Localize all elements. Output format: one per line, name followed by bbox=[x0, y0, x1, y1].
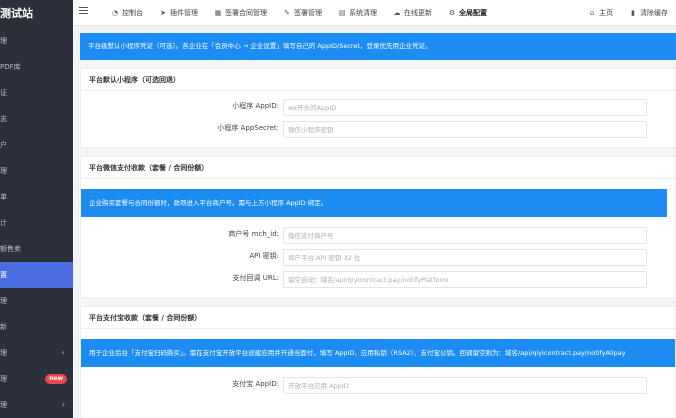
sidebar-item[interactable]: 计 bbox=[0, 210, 73, 236]
field-label: 商户号 mch_id: bbox=[228, 230, 279, 238]
sidebar-item-label: 理 bbox=[0, 349, 7, 357]
card-body: 用于企业后台「支付宝扫码购买」。需在支付宝开放平台创建应用并开通当面付，填写 A… bbox=[81, 329, 675, 418]
wxpay-notice: 企业购买套餐与合同份额时，款项进入平台商户号。需与上方小程序 AppID 绑定。 bbox=[81, 189, 667, 217]
sidebar-item-label: 理 bbox=[0, 37, 7, 45]
form-row: 商户号 mch_id: bbox=[81, 225, 675, 247]
sidebar-item[interactable]: 新 bbox=[0, 314, 73, 340]
sidebar-item-active[interactable]: 置 bbox=[0, 262, 73, 288]
nav-label: 系统清理 bbox=[349, 9, 377, 17]
card-body: 企业购买套餐与合同份额时，款项进入平台商户号。需与上方小程序 AppID 绑定。… bbox=[81, 179, 675, 297]
sidebar-item-label: 置 bbox=[0, 271, 7, 279]
sidebar-item-label: 理 bbox=[0, 375, 7, 383]
sidebar-item[interactable]: 理 bbox=[0, 288, 73, 314]
topbar: ◔ 控制台 ➤ 插件管理 ▦ 签署合同管理 ✎ 签署管理 ▤ 系统清理 ☁ 在线更新 ⚙ 全局… bbox=[73, 0, 676, 26]
sign-icon: ✎ bbox=[284, 9, 290, 17]
sidebar-item-label: 户 bbox=[0, 141, 7, 149]
wxpay-card: 平台微信支付收款（套餐 / 合同份额） 企业购买套餐与合同份额时，款项进入平台商… bbox=[80, 156, 676, 298]
sidebar-item-label: 志 bbox=[0, 115, 7, 123]
cleanup-icon: ▤ bbox=[338, 9, 346, 17]
card-title: 平台默认小程序（可选回退） bbox=[81, 69, 675, 91]
sidebar-item-label: 新 bbox=[0, 323, 7, 331]
form-row bbox=[81, 397, 675, 418]
brand-title: 测试站 bbox=[0, 7, 33, 20]
miniapp-card: 平台默认小程序（可选回退） 小程序 AppID: 小程序 AppSecret: bbox=[80, 68, 676, 148]
trash-icon: ▮ bbox=[631, 9, 635, 17]
field-label: API 密钥: bbox=[249, 252, 279, 260]
chevron-left-icon: ‹ bbox=[61, 348, 65, 357]
clear-cache-button[interactable]: ▮ 清除缓存 bbox=[621, 0, 676, 26]
sidebar-item[interactable]: 额售卖 bbox=[0, 236, 73, 262]
miniapp-appid-input[interactable] bbox=[283, 99, 647, 116]
nav-global-config[interactable]: ⚙ 全局配置 bbox=[440, 0, 495, 26]
home-link[interactable]: ⌂ 主页 bbox=[580, 0, 621, 26]
sidebar-item-label: 单 bbox=[0, 193, 7, 201]
miniapp-secret-input[interactable] bbox=[283, 121, 647, 138]
field-label: 小程序 AppSecret: bbox=[217, 124, 279, 132]
top-nav-right: ⌂ 主页 ▮ 清除缓存 bbox=[580, 0, 676, 26]
chevron-left-icon: ‹ bbox=[61, 400, 65, 409]
sidebar-item[interactable]: 户 bbox=[0, 132, 73, 158]
sidebar-item[interactable]: 证 bbox=[0, 80, 73, 106]
nav-label: 全局配置 bbox=[459, 9, 487, 17]
nav-plugins[interactable]: ➤ 插件管理 bbox=[151, 0, 206, 26]
contract-icon: ▦ bbox=[214, 9, 222, 17]
dashboard-icon: ◔ bbox=[111, 9, 119, 17]
card-title: 平台微信支付收款（套餐 / 合同份额） bbox=[81, 157, 675, 179]
alipay-appid-input[interactable] bbox=[283, 377, 647, 394]
settings-icon: ⚙ bbox=[448, 9, 456, 17]
menu-toggle-icon[interactable] bbox=[79, 7, 88, 16]
sidebar: 测试站 理 PDF库 证 志 户 理 单 计 额售卖 置 理 新 理 ‹ 理 new… bbox=[0, 0, 73, 418]
field-label: 小程序 AppID: bbox=[232, 102, 279, 110]
field-label: 支付宝 AppID: bbox=[232, 380, 279, 388]
mchid-input[interactable] bbox=[283, 227, 647, 244]
nav-label: 插件管理 bbox=[170, 9, 198, 17]
form-row: API 密钥: bbox=[81, 247, 675, 269]
sidebar-item-label: PDF库 bbox=[0, 63, 21, 71]
sidebar-item-label: 理 bbox=[0, 297, 7, 305]
notify-url-input[interactable] bbox=[283, 271, 647, 288]
main-content: 平台级默认小程序凭证（可选）。各企业在「会员中心 → 企业设置」填写自己的 Ap… bbox=[80, 33, 676, 418]
sidebar-item-label: 理 bbox=[0, 401, 7, 409]
sidebar-item[interactable]: 理 ‹ bbox=[0, 340, 73, 366]
new-badge: new bbox=[45, 374, 67, 384]
alipay-notice: 用于企业后台「支付宝扫码购买」。需在支付宝开放平台创建应用并开通当面付，填写 A… bbox=[81, 339, 675, 367]
sidebar-item-label: 额售卖 bbox=[0, 245, 21, 253]
home-label: 主页 bbox=[599, 9, 613, 17]
update-icon: ☁ bbox=[393, 9, 401, 17]
nav-update[interactable]: ☁ 在线更新 bbox=[385, 0, 440, 26]
home-icon: ⌂ bbox=[589, 9, 595, 17]
sidebar-item[interactable]: PDF库 bbox=[0, 54, 73, 80]
nav-dashboard[interactable]: ◔ 控制台 bbox=[103, 0, 151, 26]
alipay-card: 平台支付宝收款（套餐 / 合同份额） 用于企业后台「支付宝扫码购买」。需在支付宝… bbox=[80, 306, 676, 418]
top-nav: ◔ 控制台 ➤ 插件管理 ▦ 签署合同管理 ✎ 签署管理 ▤ 系统清理 ☁ 在线更新 ⚙ 全局… bbox=[103, 0, 495, 26]
nav-cleanup[interactable]: ▤ 系统清理 bbox=[330, 0, 385, 26]
nav-label: 签署管理 bbox=[294, 9, 322, 17]
nav-label: 签署合同管理 bbox=[225, 9, 267, 17]
form-row: 支付宝 AppID: bbox=[81, 375, 675, 397]
nav-contracts[interactable]: ▦ 签署合同管理 bbox=[206, 0, 275, 26]
sidebar-item-label: 计 bbox=[0, 219, 7, 227]
nav-label: 在线更新 bbox=[404, 9, 432, 17]
apikey-input[interactable] bbox=[283, 249, 647, 266]
field-label: 支付回调 URL: bbox=[232, 274, 279, 282]
sidebar-item-label: 证 bbox=[0, 89, 7, 97]
info-banner: 平台级默认小程序凭证（可选）。各企业在「会员中心 → 企业设置」填写自己的 Ap… bbox=[80, 33, 676, 60]
form-row: 小程序 AppID: bbox=[81, 97, 675, 119]
sidebar-item[interactable]: 志 bbox=[0, 106, 73, 132]
sidebar-item[interactable]: 理 bbox=[0, 28, 73, 54]
card-body: 小程序 AppID: 小程序 AppSecret: bbox=[81, 91, 675, 147]
sidebar-item-label: 理 bbox=[0, 167, 7, 175]
sidebar-item[interactable]: 单 bbox=[0, 184, 73, 210]
sidebar-item[interactable]: 理 bbox=[0, 158, 73, 184]
sidebar-item[interactable]: 理 new bbox=[0, 366, 73, 392]
plugin-icon: ➤ bbox=[160, 9, 166, 17]
form-row: 小程序 AppSecret: bbox=[81, 119, 675, 141]
nav-label: 控制台 bbox=[122, 9, 143, 17]
sidebar-item[interactable]: 理 ‹ bbox=[0, 392, 73, 418]
clear-cache-label: 清除缓存 bbox=[640, 9, 668, 17]
nav-signing[interactable]: ✎ 签署管理 bbox=[275, 0, 330, 26]
form-row: 支付回调 URL: bbox=[81, 269, 675, 291]
card-title: 平台支付宝收款（套餐 / 合同份额） bbox=[81, 307, 675, 329]
